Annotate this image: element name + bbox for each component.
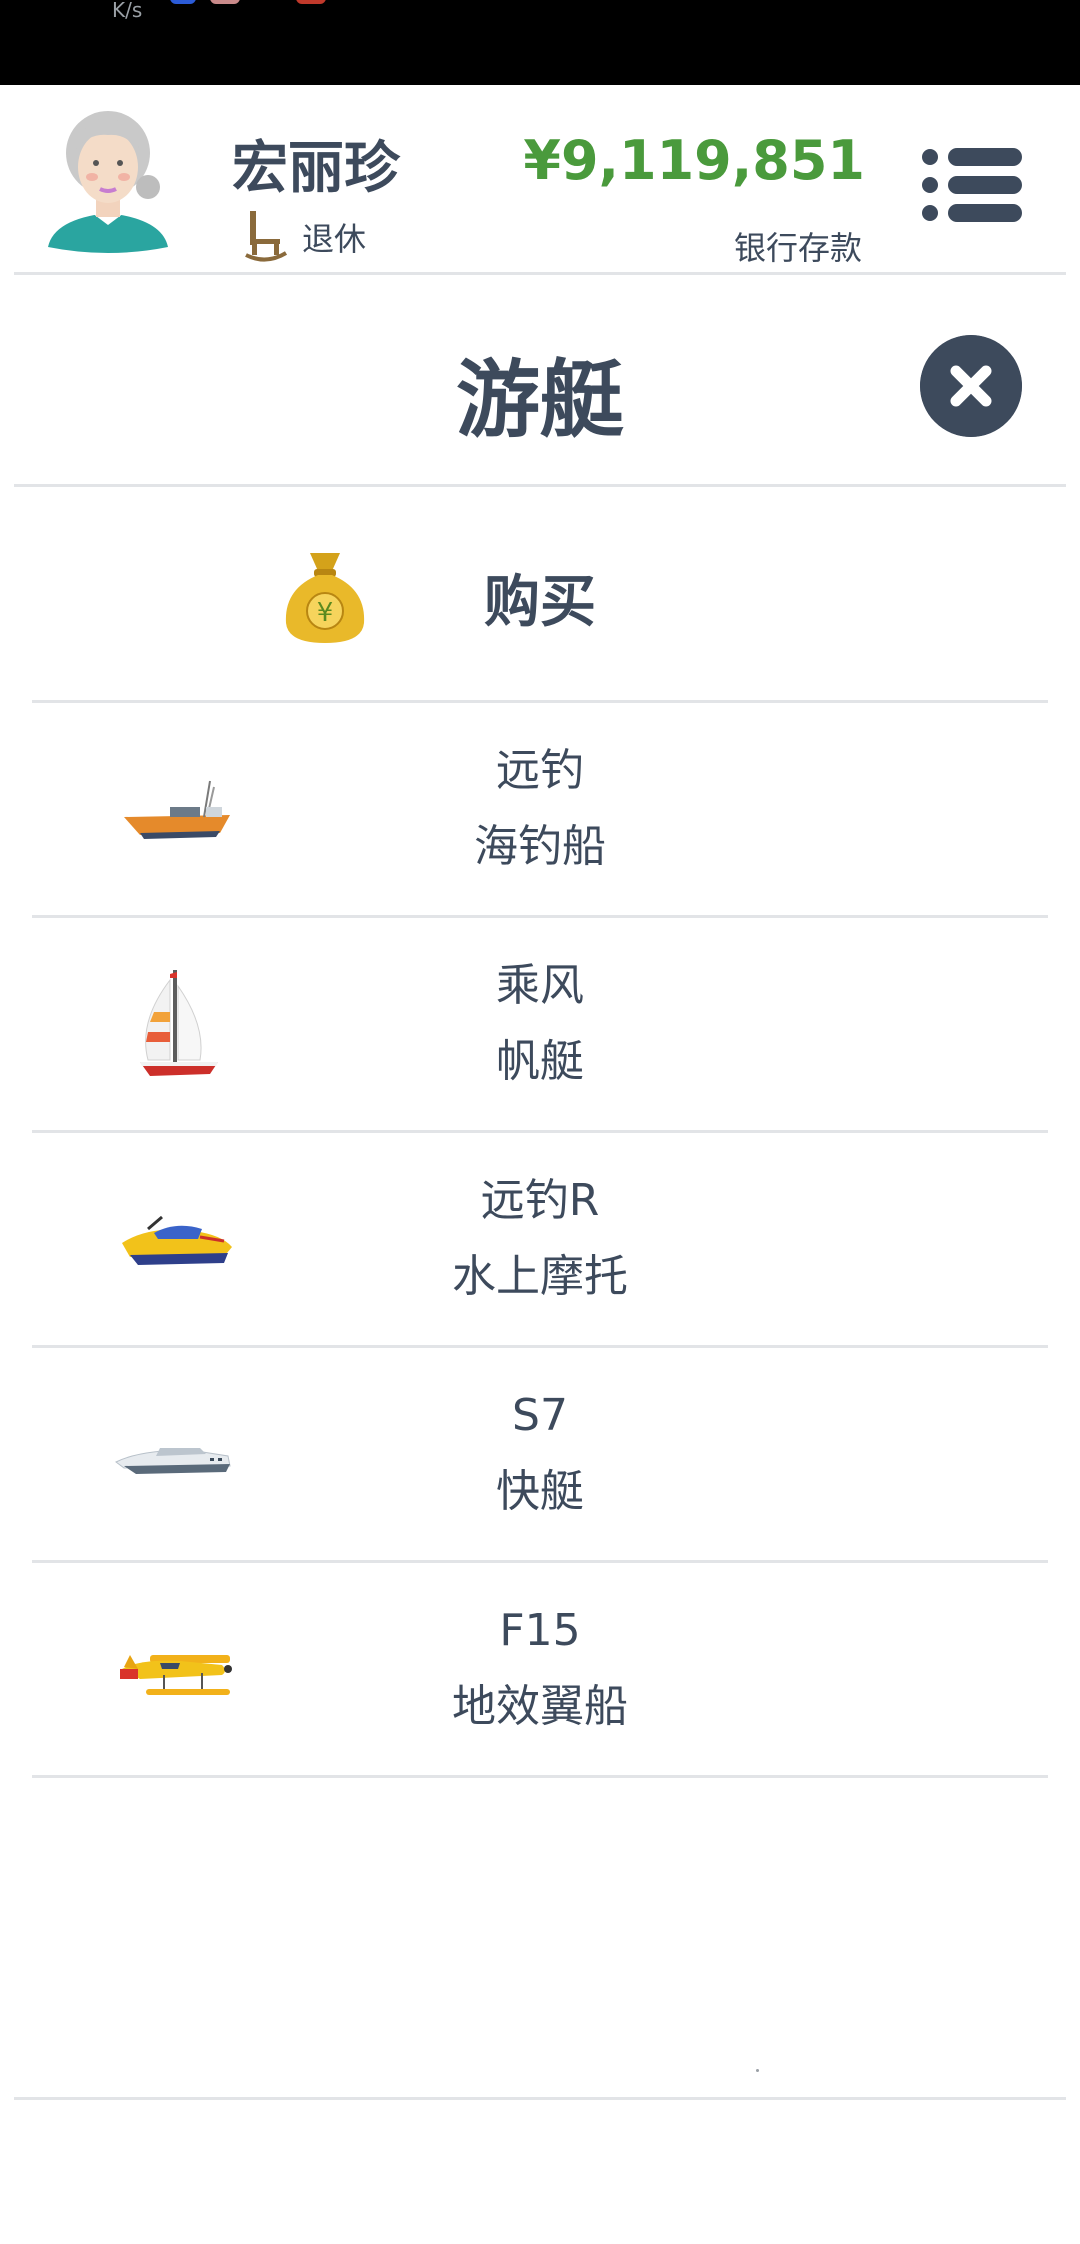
item-type: 海钓船 — [474, 821, 606, 872]
item-type: 快艇 — [496, 1466, 584, 1517]
buy-button[interactable]: ¥ 购买 — [0, 487, 1080, 703]
list-item-jet-ski[interactable]: 远钓R 水上摩托 — [0, 1133, 1080, 1348]
item-type: 帆艇 — [496, 1036, 584, 1087]
decorative-dot — [756, 2069, 759, 2072]
menu-list-icon[interactable] — [918, 143, 1026, 227]
list-item-speedboat[interactable]: S7 快艇 — [0, 1348, 1080, 1563]
item-model: S7 — [512, 1390, 568, 1441]
close-icon[interactable] — [920, 335, 1022, 437]
list-item-seaplane[interactable]: F15 地效翼船 — [0, 1563, 1080, 1778]
item-type: 水上摩托 — [452, 1251, 628, 1302]
buy-label: 购买 — [484, 570, 596, 635]
yacht-list: ¥ 购买 远钓 海钓船 乘风 帆艇 远钓R 水上摩托 S7 快艇 F15 地效翼… — [0, 487, 1080, 1778]
list-item-sailboat[interactable]: 乘风 帆艇 — [0, 918, 1080, 1133]
employment-status: 退休 — [244, 207, 366, 267]
page-header: 游艇 — [0, 275, 1080, 485]
footer-divider — [14, 2097, 1066, 2100]
profile-header: 宏丽珍 退休 ¥9,119,851 银行存款 — [0, 85, 1080, 273]
app-notification-icon — [210, 0, 240, 4]
item-model: F15 — [499, 1605, 581, 1656]
status-bar: K/s — [0, 0, 1080, 85]
item-model: 乘风 — [496, 960, 584, 1011]
rocking-chair-icon — [245, 211, 288, 262]
app-notification-icon — [170, 0, 196, 4]
list-item-fishing-boat[interactable]: 远钓 海钓船 — [0, 703, 1080, 918]
bank-balance-label: 银行存款 — [733, 229, 862, 267]
app-notification-icon — [296, 0, 326, 4]
bank-balance: ¥9,119,851 — [523, 129, 865, 192]
page-title: 游艇 — [455, 351, 624, 449]
item-model: 远钓 — [496, 745, 584, 796]
item-type: 地效翼船 — [452, 1681, 628, 1732]
elderly-woman-avatar-icon — [48, 111, 168, 253]
employment-status-label: 退休 — [302, 220, 367, 258]
user-name: 宏丽珍 — [232, 136, 400, 201]
item-model: 远钓R — [480, 1175, 600, 1226]
network-speed-unit: K/s — [112, 0, 143, 22]
